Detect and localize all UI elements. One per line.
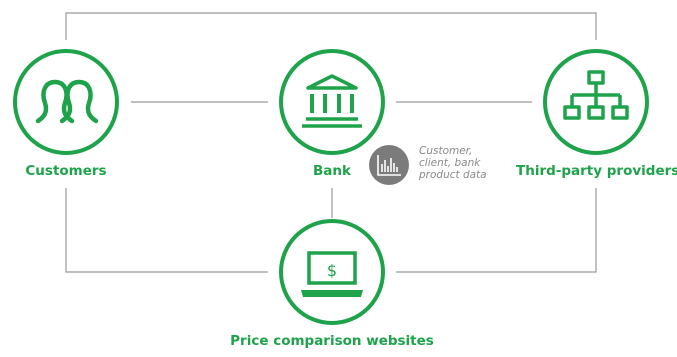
data-badge-note-line-3: product data [419,169,487,181]
node-third-party [543,49,649,155]
data-badge [369,145,409,185]
dollar-sign: $ [327,261,337,280]
data-badge-note-line-1: Customer, [419,145,473,157]
connector-customers-thirdparty-top [65,12,597,40]
data-badge-note: Customer, client, bank product data [419,145,487,181]
node-customers [13,49,119,155]
third-party-label: Third-party providers [516,163,677,179]
bank-label: Bank [313,163,351,179]
node-price-comparison: $ [279,219,385,325]
bank-circle [279,49,385,155]
data-badge-circle [369,145,409,185]
connector-thirdparty-price [396,188,597,273]
diagram: $ Customers Bank Third-party providers P… [0,0,677,352]
connector-customers-price [65,188,268,273]
price-comparison-label: Price comparison websites [230,333,434,349]
data-badge-note-line-2: client, bank [419,157,481,169]
node-bank [279,49,385,155]
customers-label: Customers [25,163,107,179]
